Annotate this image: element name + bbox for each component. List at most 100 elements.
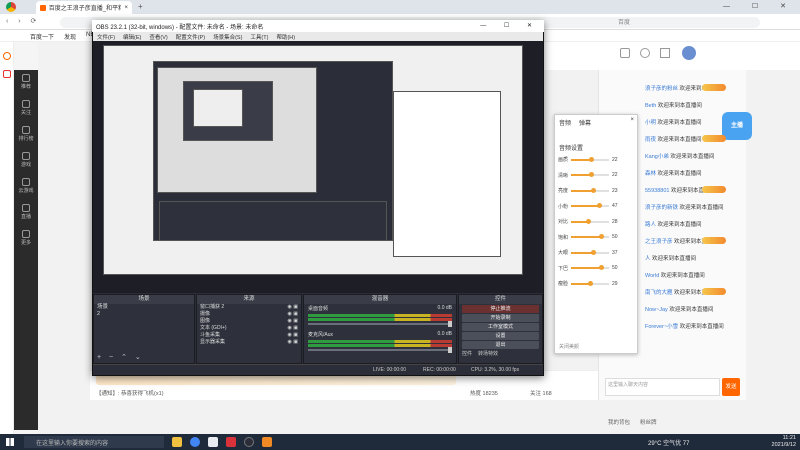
nav-buttons[interactable]: ‹ › ⟳ <box>6 17 40 25</box>
avatar[interactable] <box>682 46 696 60</box>
tab-controls[interactable]: 控件 <box>462 350 472 357</box>
chat-username[interactable]: 森林 <box>645 171 656 177</box>
source-item[interactable]: 显示器采集 ◉ ▣ <box>197 339 301 346</box>
chat-username[interactable]: Beth <box>645 103 656 109</box>
slider-knob[interactable] <box>448 347 452 353</box>
right-search-box[interactable]: 百度 <box>618 17 630 26</box>
slider-track[interactable] <box>571 187 610 193</box>
volume-slider[interactable] <box>308 321 452 327</box>
close-icon[interactable]: × <box>630 117 634 123</box>
app-icon[interactable] <box>262 437 272 447</box>
volume-slider[interactable] <box>308 347 452 353</box>
slider-knob[interactable] <box>597 203 603 208</box>
source-item[interactable]: 摄像 ◉ ▣ <box>197 311 301 318</box>
download-icon[interactable] <box>640 48 650 58</box>
close-beauty-link[interactable]: 关闭美颜 <box>559 343 579 350</box>
menu-tools[interactable]: 工具(T) <box>250 33 268 41</box>
slider-knob[interactable] <box>587 280 593 286</box>
fan-badge-link[interactable]: 粉丝牌 <box>640 418 657 426</box>
chat-username[interactable]: 浪子彦的新铁 <box>645 205 678 211</box>
backpack-link[interactable]: 我的背包 <box>608 418 630 426</box>
taskbar-search[interactable]: 在这里输入你要搜索的内容 <box>24 436 164 448</box>
chat-username[interactable]: 之王浪子彦 <box>645 239 673 245</box>
exit-button[interactable]: 退出 <box>462 341 539 349</box>
slider-track[interactable] <box>571 172 610 177</box>
studio-mode-button[interactable]: 工作室模式 <box>462 323 539 331</box>
slider-knob[interactable] <box>589 172 595 177</box>
menu-view[interactable]: 查看(V) <box>149 33 167 41</box>
slider-track[interactable] <box>571 234 610 239</box>
message-icon[interactable] <box>620 48 630 58</box>
history-icon[interactable] <box>660 48 670 58</box>
window-controls[interactable]: — ☐ ✕ <box>723 2 796 10</box>
tab-transitions[interactable]: 转场特效 <box>478 350 498 357</box>
system-clock[interactable]: 11:21 2021/9/12 <box>772 435 796 449</box>
app-icon[interactable] <box>208 437 218 447</box>
app-icon[interactable] <box>226 437 236 447</box>
scene-item[interactable]: 场景 <box>94 304 194 311</box>
obs-preview[interactable] <box>93 41 543 293</box>
eye-lock-icon[interactable]: ◉ ▣ <box>288 318 298 325</box>
menu-profile[interactable]: 配置文件(P) <box>176 33 205 41</box>
source-item[interactable]: 图像 ◉ ▣ <box>197 318 301 325</box>
slider-knob[interactable] <box>598 234 604 239</box>
tab-danmaku[interactable]: 弹幕 <box>579 118 591 127</box>
eye-lock-icon[interactable]: ◉ ▣ <box>288 325 298 332</box>
chat-username[interactable]: 南飞的大雁 <box>645 290 673 296</box>
slider-track[interactable] <box>571 249 610 255</box>
chat-username[interactable]: 雨夜 <box>645 137 656 143</box>
slider-track[interactable] <box>571 265 610 270</box>
bookmark-item[interactable]: 发现 <box>64 32 76 41</box>
history-icon[interactable] <box>3 52 11 60</box>
eye-lock-icon[interactable]: ◉ ▣ <box>288 311 298 318</box>
tab-active[interactable]: 百度之王浪子彦直播_和平精英_... × <box>36 1 132 14</box>
source-item[interactable]: 窗口捕获 2 ◉ ▣ <box>197 304 301 311</box>
send-button[interactable]: 发送 <box>722 378 740 396</box>
chat-username[interactable]: 人 <box>645 256 651 262</box>
scene-toolbar[interactable]: + − ⌃ ⌄ <box>97 353 144 361</box>
slider-knob[interactable] <box>590 187 596 193</box>
bookmark-item[interactable]: 百度一下 <box>30 32 54 41</box>
chat-username[interactable]: Now~Jay <box>645 307 668 313</box>
chat-username[interactable]: 55938801 <box>645 188 669 194</box>
source-item[interactable]: 文本 (GDI+) ◉ ▣ <box>197 325 301 332</box>
stop-streaming-button[interactable]: 停止推流 <box>462 305 539 313</box>
obs-icon[interactable] <box>244 437 254 447</box>
scene-item[interactable]: 2 <box>94 311 194 318</box>
menu-edit[interactable]: 编辑(E) <box>123 33 141 41</box>
chat-username[interactable]: 小明 <box>645 120 656 126</box>
slider-knob[interactable] <box>598 265 604 270</box>
windows-start-icon[interactable] <box>6 438 14 446</box>
settings-button[interactable]: 设置 <box>462 332 539 340</box>
nav-item-follow[interactable]: 关注 <box>14 100 38 116</box>
tab-2[interactable] <box>134 1 244 14</box>
weather-widget[interactable]: 29°C 空气优 77 <box>648 438 689 447</box>
start-recording-button[interactable]: 开始录制 <box>462 314 539 322</box>
chat-username[interactable]: Forever~小雪 <box>645 324 678 330</box>
slider-knob[interactable] <box>589 156 595 162</box>
nav-item-ranking[interactable]: 排行榜 <box>14 126 38 142</box>
eye-lock-icon[interactable]: ◉ ▣ <box>288 304 298 311</box>
slider-track[interactable] <box>571 280 610 286</box>
nav-item-games[interactable]: 游戏 <box>14 152 38 168</box>
source-item[interactable]: 斗鱼采集 ◉ ▣ <box>197 332 301 339</box>
nav-item-live[interactable]: 直播 <box>14 204 38 220</box>
chrome-icon[interactable] <box>190 437 200 447</box>
chat-input[interactable]: 这里输入聊天内容 <box>605 378 720 396</box>
slider-track[interactable] <box>571 156 610 162</box>
file-explorer-icon[interactable] <box>172 437 182 447</box>
slider-knob[interactable] <box>448 321 452 327</box>
chat-username[interactable]: World <box>645 273 659 279</box>
nav-item-recommend[interactable]: 推荐 <box>14 74 38 90</box>
slider-knob[interactable] <box>585 218 591 224</box>
menu-file[interactable]: 文件(F) <box>97 33 115 41</box>
close-icon[interactable]: × <box>124 5 128 11</box>
slider-track[interactable] <box>571 203 610 208</box>
nav-item-more[interactable]: 更多 <box>14 230 38 246</box>
eye-lock-icon[interactable]: ◉ ▣ <box>288 339 298 346</box>
menu-help[interactable]: 帮助(H) <box>276 33 295 41</box>
chat-username[interactable]: Kang小弟 <box>645 154 669 160</box>
chat-username[interactable]: 路人 <box>645 222 656 228</box>
window-controls[interactable]: — ☐ ✕ <box>480 22 540 29</box>
slider-knob[interactable] <box>591 249 597 255</box>
